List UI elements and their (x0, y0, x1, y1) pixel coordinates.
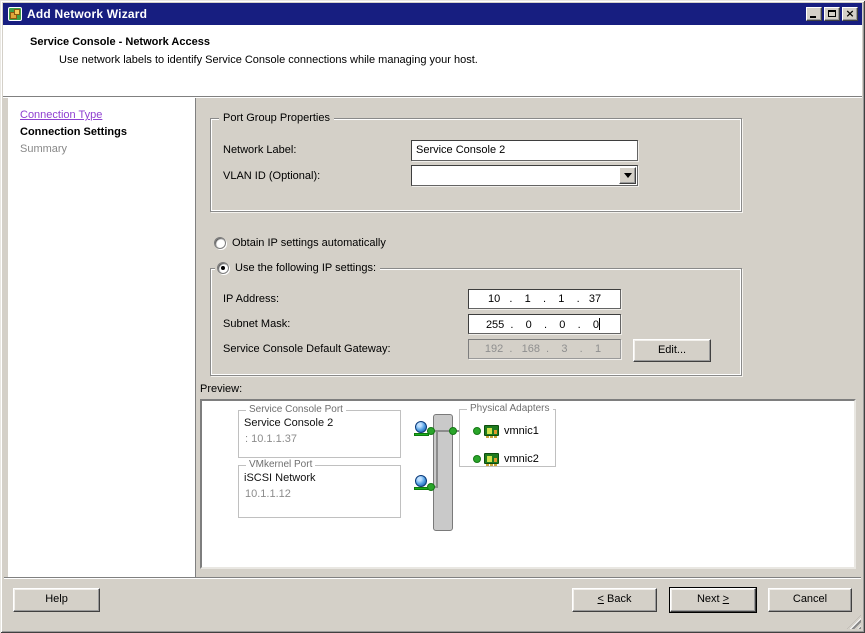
vmware-app-icon (7, 6, 23, 22)
service-console-port-name: Service Console 2 (244, 417, 334, 429)
next-button[interactable]: Next > (669, 587, 757, 613)
network-label-input[interactable]: Service Console 2 (411, 140, 638, 161)
vlan-id-combobox[interactable] (411, 165, 638, 186)
vlan-dropdown-button[interactable] (619, 167, 636, 184)
window-title: Add Network Wizard (27, 7, 148, 21)
vmkernel-port-box: VMkernel Port iSCSI Network 10.1.1.12 (238, 459, 401, 518)
obtain-ip-auto-label[interactable]: Obtain IP settings automatically (232, 237, 386, 249)
connection-dot (427, 427, 435, 435)
adapter-label-vmnic1: vmnic1 (504, 425, 539, 437)
minimize-icon (810, 16, 816, 18)
vlan-id-label: VLAN ID (Optional): (223, 170, 321, 182)
sidebar-item-summary: Summary (20, 143, 68, 155)
preview-label: Preview: (200, 383, 243, 395)
vmkernel-port-legend: VMkernel Port (246, 459, 316, 470)
close-icon: × (845, 7, 855, 20)
use-following-ip-legend: Use the following IP settings: (215, 262, 381, 274)
vmkernel-port-name: iSCSI Network (244, 472, 316, 484)
resize-grip[interactable] (847, 615, 861, 629)
maximize-icon (828, 10, 836, 17)
nic-icon (484, 453, 499, 466)
cancel-button[interactable]: Cancel (768, 588, 852, 612)
use-following-ip-groupbox: Use the following IP settings: IP Addres… (210, 262, 742, 376)
add-network-wizard-dialog: Add Network Wizard × Service Console - N… (0, 0, 865, 633)
connector-line (436, 431, 438, 488)
page-title: Service Console - Network Access (30, 36, 210, 48)
service-console-port-ip: : 10.1.1.37 (245, 433, 297, 445)
service-console-port-legend: Service Console Port (246, 404, 346, 415)
use-following-ip-label[interactable]: Use the following IP settings: (235, 262, 376, 274)
subnet-mask-label: Subnet Mask: (223, 318, 291, 330)
subnet-mask-input[interactable]: 255 . 0 . 0 . 0 (468, 314, 621, 334)
gateway-input: 192 . 168 . 3 . 1 (468, 339, 621, 359)
back-text: Back (603, 593, 632, 605)
edit-gateway-button[interactable]: Edit... (633, 339, 711, 362)
wizard-steps-sidebar: Connection Type Connection Settings Summ… (8, 98, 196, 577)
sidebar-item-connection-type[interactable]: Connection Type (20, 109, 102, 121)
sidebar-item-connection-settings: Connection Settings (20, 126, 127, 138)
port-group-properties-legend: Port Group Properties (219, 112, 334, 124)
connection-dot (473, 427, 481, 435)
physical-adapters-legend: Physical Adapters (467, 403, 553, 414)
wizard-header: Service Console - Network Access Use net… (3, 25, 862, 96)
minimize-button[interactable] (806, 7, 822, 21)
network-preview-panel: Service Console Port Service Console 2 :… (200, 399, 856, 569)
service-console-port-box: Service Console Port Service Console 2 :… (238, 404, 401, 458)
nic-icon (484, 425, 499, 438)
close-button[interactable]: × (842, 7, 858, 21)
page-subtitle: Use network labels to identify Service C… (59, 54, 478, 66)
back-button[interactable]: < Back (572, 588, 657, 612)
connection-dot (427, 483, 435, 491)
adapter-label-vmnic2: vmnic2 (504, 453, 539, 465)
chevron-down-icon (623, 173, 632, 178)
port-group-properties-groupbox: Port Group Properties Network Label: Ser… (210, 112, 742, 212)
next-text: Next (696, 593, 723, 605)
obtain-ip-auto-radio[interactable] (214, 237, 226, 249)
connection-dot (449, 427, 457, 435)
maximize-button[interactable] (824, 7, 840, 21)
ip-address-input[interactable]: 10 . 1 . 1 . 37 (468, 289, 621, 309)
ip-address-label: IP Address: (223, 293, 280, 305)
connection-dot (473, 455, 481, 463)
title-bar[interactable]: Add Network Wizard × (3, 3, 862, 25)
network-label-label: Network Label: (223, 144, 297, 156)
subnet-mask-value: 255 . 0 . 0 . 0 (485, 319, 600, 331)
gateway-label: Service Console Default Gateway: (223, 343, 391, 355)
next-accel: > (722, 593, 730, 605)
vmkernel-port-ip: 10.1.1.12 (245, 488, 291, 500)
help-button[interactable]: Help (13, 588, 100, 612)
use-following-ip-radio[interactable] (217, 262, 229, 274)
footer-divider (4, 577, 861, 579)
text-caret (599, 318, 601, 330)
